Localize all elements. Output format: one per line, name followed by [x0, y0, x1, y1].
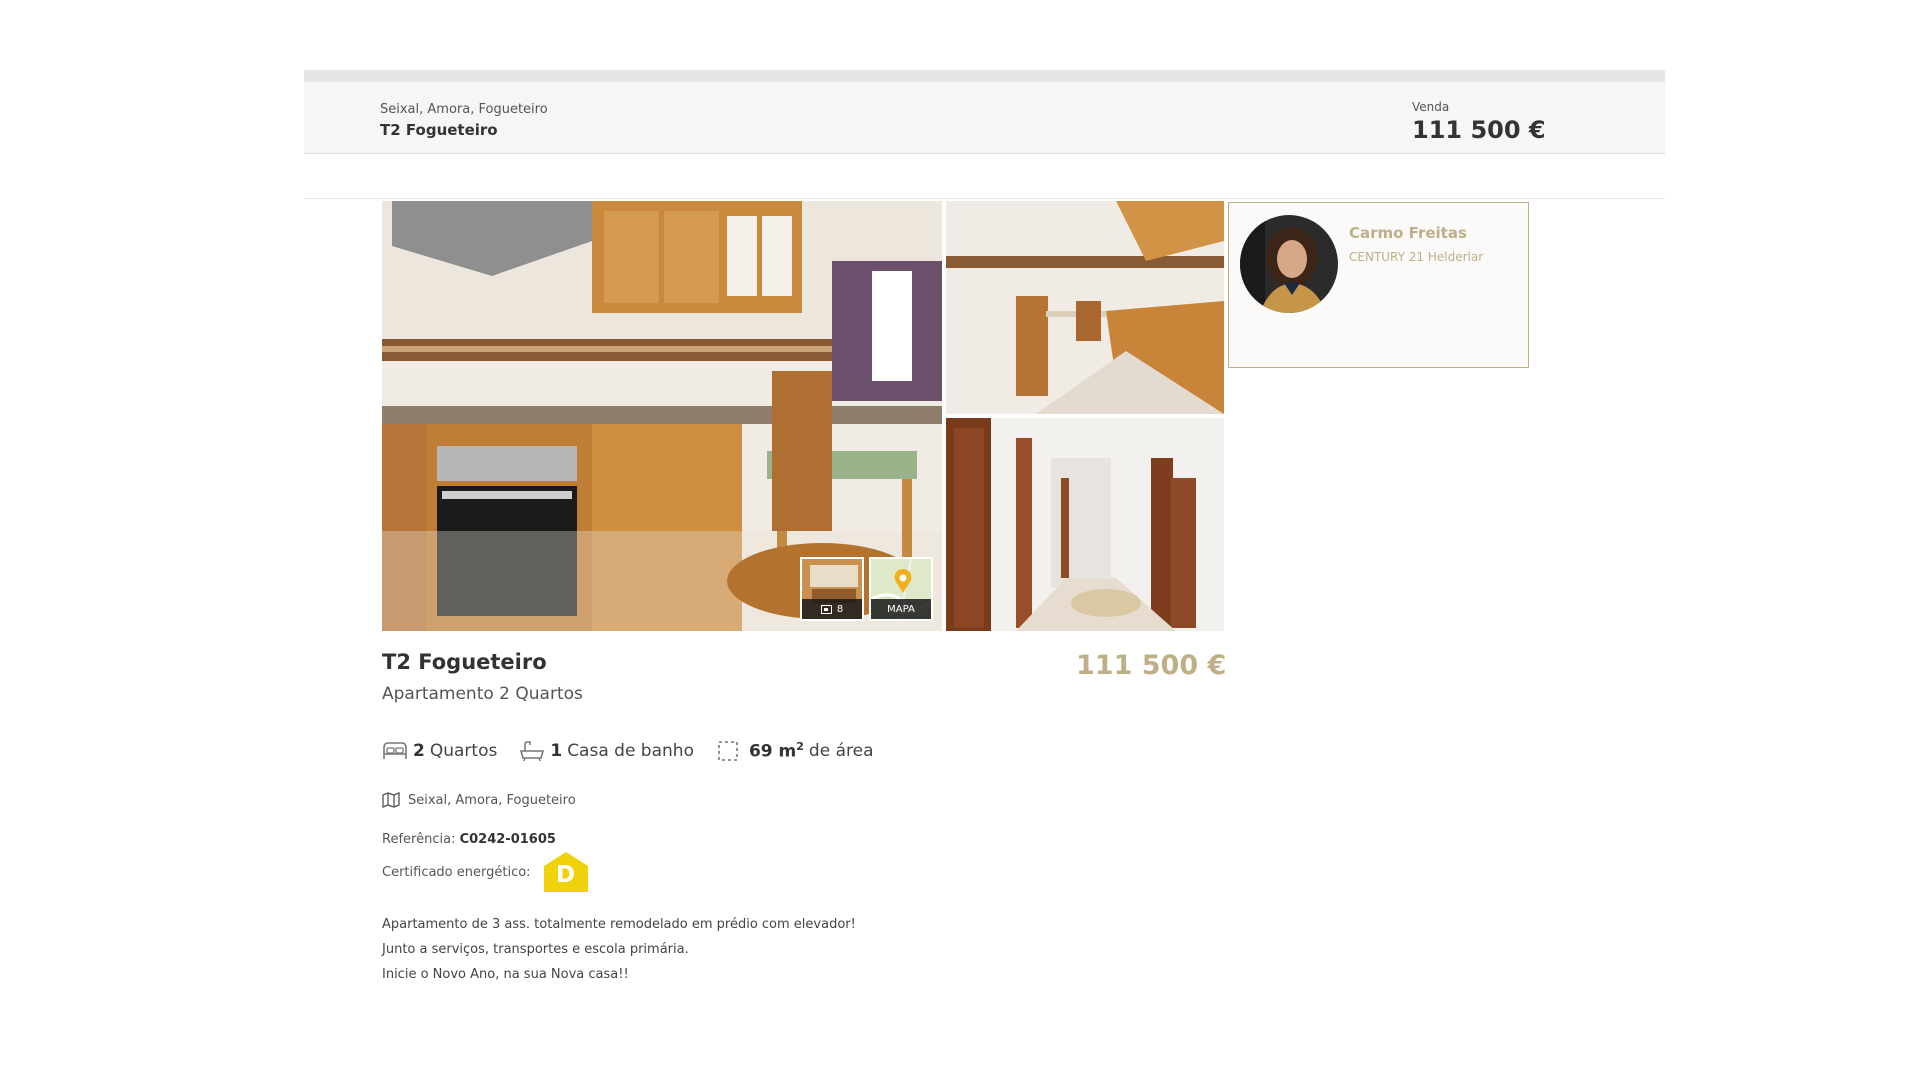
header-price: 111 500 € [1412, 116, 1546, 144]
description-line: Inicie o Novo Ano, na sua Nova casa!! [382, 967, 629, 982]
photos-thumbnail-button[interactable]: 8 [800, 557, 864, 621]
bathtub-icon [520, 741, 545, 762]
camera-icon [820, 604, 832, 614]
photos-count-caption: 8 [802, 599, 862, 619]
feature-bedrooms: 2 Quartos [382, 740, 497, 762]
energy-label: Certificado energético: [382, 864, 531, 880]
reference-value: C0242-01605 [459, 832, 556, 847]
photo-hallway[interactable] [946, 418, 1224, 631]
map-icon [382, 792, 400, 808]
agent-agency: CENTURY 21 Helderlar [1349, 250, 1484, 264]
energy-certificate: Certificado energético: D [382, 852, 588, 892]
area-label: de área [808, 741, 874, 761]
location-text: Seixal, Amora, Fogueteiro [408, 792, 576, 808]
divider [304, 198, 1665, 199]
area-value: 69 m [748, 741, 797, 762]
agent-name[interactable]: Carmo Freitas [1349, 224, 1467, 242]
feature-bathrooms: 1 Casa de banho [519, 740, 694, 762]
listing-price: 111 500 € [1076, 650, 1227, 681]
listing-location: Seixal, Amora, Fogueteiro [382, 792, 576, 808]
bedrooms-count: 2 [413, 741, 425, 761]
bathrooms-label: Casa de banho [567, 741, 694, 761]
photo-count: 8 [836, 603, 844, 615]
description-line: Junto a serviços, transportes e escola p… [382, 942, 689, 957]
feature-area: 69 m2 de área [716, 740, 874, 762]
listing-subtitle: Apartamento 2 Quartos [382, 684, 583, 704]
reference: Referência: C0242-01605 [382, 832, 556, 847]
area-unit-sup: 2 [796, 740, 804, 754]
photo-gallery: 8 MAPA [382, 201, 1224, 631]
reference-label: Referência: [382, 832, 456, 847]
map-thumbnail-button[interactable]: MAPA [869, 557, 933, 621]
agent-avatar [1240, 215, 1338, 313]
photo-kitchen-corridor[interactable] [946, 201, 1224, 414]
energy-badge: D [543, 852, 588, 892]
bedrooms-label: Quartos [429, 741, 498, 761]
area-icon [718, 741, 738, 761]
map-caption: MAPA [871, 599, 931, 619]
bathrooms-count: 1 [550, 741, 563, 761]
agent-card[interactable]: Carmo Freitas CENTURY 21 Helderlar [1228, 202, 1529, 368]
top-strip [304, 70, 1665, 82]
listing-title: T2 Fogueteiro [382, 650, 547, 674]
header-location: Seixal, Amora, Fogueteiro [380, 102, 548, 117]
listing-header: Seixal, Amora, Fogueteiro T2 Fogueteiro … [304, 82, 1665, 154]
bed-icon [383, 742, 407, 759]
description-line: Apartamento de 3 ass. totalmente remodel… [382, 917, 856, 932]
listing-description: Apartamento de 3 ass. totalmente remodel… [382, 912, 856, 987]
header-title: T2 Fogueteiro [380, 121, 498, 139]
energy-class: D [556, 862, 576, 888]
header-sale-label: Venda [1412, 100, 1450, 114]
features-row: 2 Quartos 1 Casa de banho 69 m2 de área [382, 738, 896, 764]
